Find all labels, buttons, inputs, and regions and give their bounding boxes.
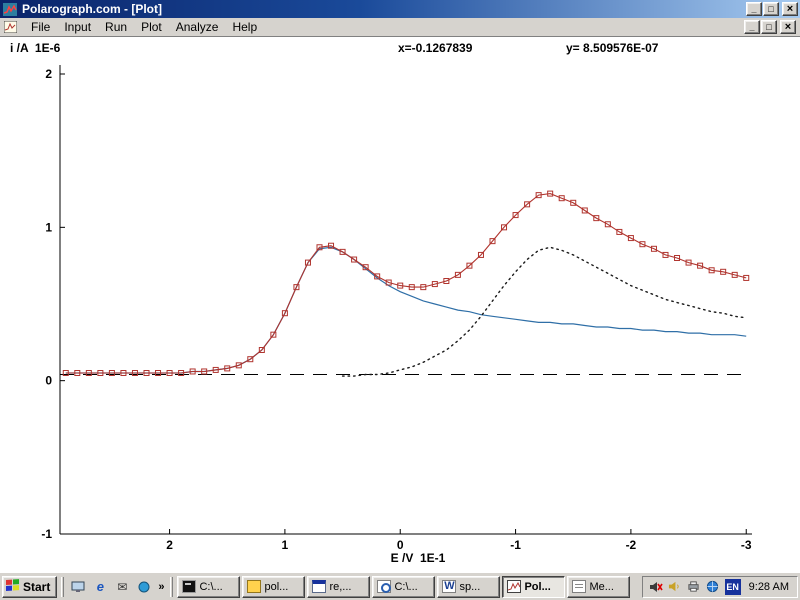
internet-explorer-icon[interactable]: e bbox=[90, 577, 110, 597]
svg-text:-3: -3 bbox=[741, 538, 752, 552]
dos-icon bbox=[182, 580, 196, 593]
child-minimize-button[interactable]: _ bbox=[744, 20, 760, 34]
svg-text:-1: -1 bbox=[41, 527, 52, 541]
window-title: Polarograph.com - [Plot] bbox=[22, 2, 745, 16]
outlook-icon[interactable]: ✉ bbox=[112, 577, 132, 597]
plot-child-icon[interactable] bbox=[4, 20, 20, 34]
quick-launch-overflow-chevron[interactable]: » bbox=[156, 581, 166, 593]
minimize-button[interactable]: _ bbox=[746, 2, 762, 16]
start-label: Start bbox=[23, 580, 50, 594]
browser-channel-icon[interactable] bbox=[134, 577, 154, 597]
task-button-polarograph[interactable]: Pol... bbox=[502, 576, 565, 598]
show-desktop-icon[interactable] bbox=[68, 577, 88, 597]
task-button-dos[interactable]: C:\... bbox=[177, 576, 240, 598]
word-icon: W bbox=[442, 580, 456, 593]
child-restore-button[interactable]: □ bbox=[761, 20, 777, 34]
start-button[interactable]: Start bbox=[2, 576, 57, 598]
child-close-button[interactable]: × bbox=[780, 20, 796, 34]
menu-file[interactable]: File bbox=[24, 18, 57, 36]
svg-text:-2: -2 bbox=[626, 538, 637, 552]
menu-help[interactable]: Help bbox=[225, 18, 264, 36]
app-icon bbox=[3, 2, 19, 16]
taskbar-clock[interactable]: 9:28 AM bbox=[745, 581, 789, 593]
svg-text:-1: -1 bbox=[510, 538, 521, 552]
task-button-re[interactable]: re,... bbox=[307, 576, 370, 598]
taskbar-separator bbox=[61, 577, 64, 597]
app-icon-small bbox=[247, 580, 261, 593]
task-button-pol[interactable]: pol... bbox=[242, 576, 305, 598]
menu-input[interactable]: Input bbox=[57, 18, 98, 36]
svg-text:1: 1 bbox=[45, 220, 52, 234]
menu-plot[interactable]: Plot bbox=[134, 18, 169, 36]
polarogram-chart[interactable]: -1 0 1 2 2 1 0 -1 -2 -3 E /V 1E-1 bbox=[0, 37, 800, 572]
menu-bar: File Input Run Plot Analyze Help _ □ × bbox=[0, 18, 800, 37]
svg-text:E /V 1E-1: E /V 1E-1 bbox=[391, 551, 446, 565]
plot-client-area: i /A 1E-6 x=-0.1267839 y= 8.509576E-07 -… bbox=[0, 37, 800, 572]
window-icon bbox=[312, 580, 326, 593]
windows-logo-icon bbox=[6, 579, 20, 594]
task-button-c2[interactable]: C:\... bbox=[372, 576, 435, 598]
notes-icon bbox=[572, 580, 586, 593]
svg-text:0: 0 bbox=[45, 374, 52, 388]
taskbar: Start e ✉ » C:\... pol... re,... bbox=[0, 572, 800, 600]
svg-text:0: 0 bbox=[397, 538, 404, 552]
svg-text:2: 2 bbox=[45, 67, 52, 81]
printer-icon[interactable] bbox=[687, 579, 702, 594]
title-bar[interactable]: Polarograph.com - [Plot] _ □ × bbox=[0, 0, 800, 18]
system-tray: EN 9:28 AM bbox=[642, 576, 798, 598]
volume-muted-icon[interactable] bbox=[649, 579, 664, 594]
task-button-me[interactable]: Me... bbox=[567, 576, 630, 598]
plot-icon bbox=[507, 580, 521, 593]
taskbar-separator-2 bbox=[170, 577, 173, 597]
explorer-search-icon bbox=[377, 580, 391, 593]
network-icon[interactable] bbox=[706, 579, 721, 594]
menu-analyze[interactable]: Analyze bbox=[169, 18, 226, 36]
close-button[interactable]: × bbox=[782, 2, 798, 16]
restore-button[interactable]: □ bbox=[763, 2, 779, 16]
desktop: Polarograph.com - [Plot] _ □ × File Inpu… bbox=[0, 0, 800, 600]
volume-icon[interactable] bbox=[668, 579, 683, 594]
svg-text:1: 1 bbox=[282, 538, 289, 552]
svg-text:2: 2 bbox=[166, 538, 173, 552]
menu-run[interactable]: Run bbox=[98, 18, 134, 36]
task-button-sp[interactable]: W sp... bbox=[437, 576, 500, 598]
language-indicator[interactable]: EN bbox=[725, 579, 741, 595]
